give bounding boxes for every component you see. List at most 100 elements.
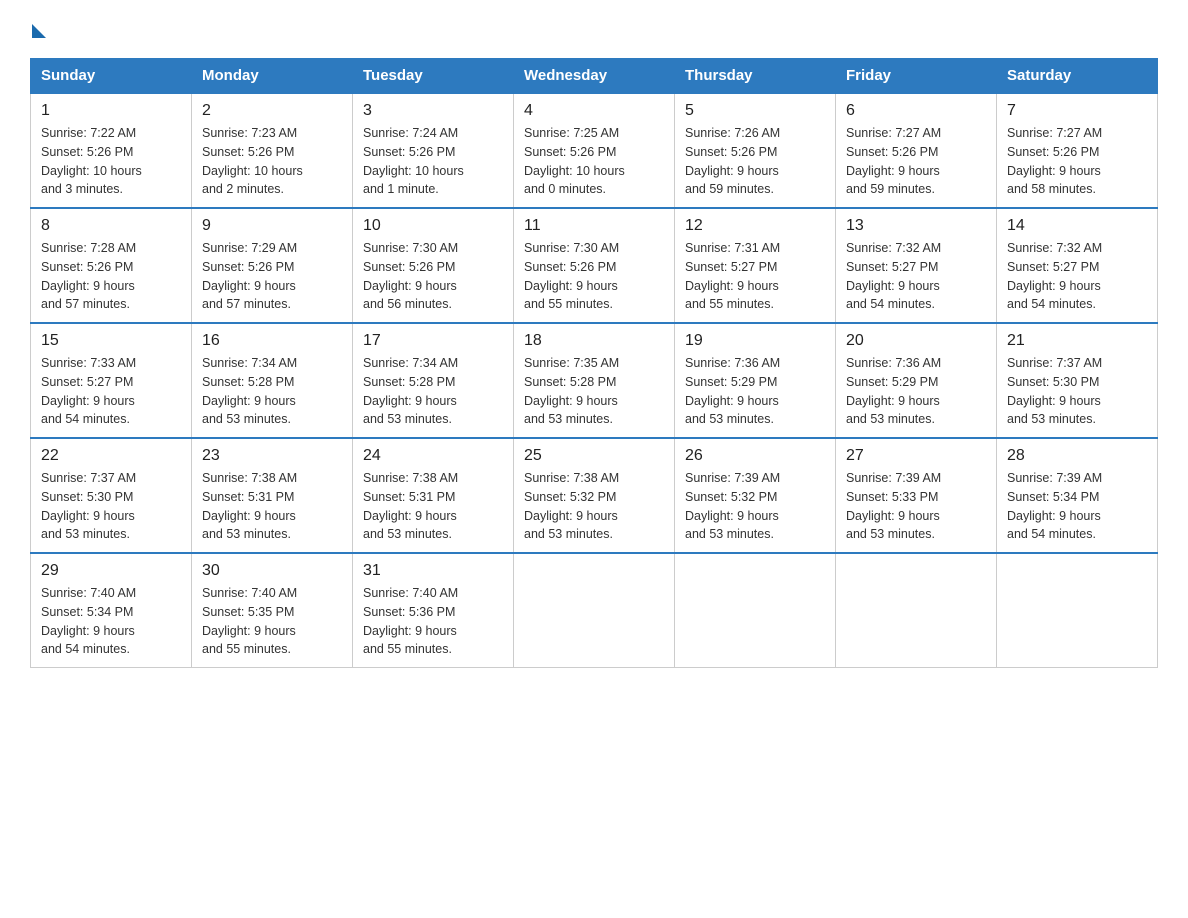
day-info: Sunrise: 7:38 AMSunset: 5:31 PMDaylight:… bbox=[202, 469, 342, 544]
day-info: Sunrise: 7:24 AMSunset: 5:26 PMDaylight:… bbox=[363, 124, 503, 199]
logo bbox=[30, 20, 46, 38]
logo-arrow-icon bbox=[32, 24, 46, 38]
day-number: 13 bbox=[846, 217, 986, 235]
calendar-cell: 8 Sunrise: 7:28 AMSunset: 5:26 PMDayligh… bbox=[31, 208, 192, 323]
day-number: 29 bbox=[41, 562, 181, 580]
day-info: Sunrise: 7:22 AMSunset: 5:26 PMDaylight:… bbox=[41, 124, 181, 199]
day-number: 31 bbox=[363, 562, 503, 580]
day-number: 18 bbox=[524, 332, 664, 350]
calendar-cell: 25 Sunrise: 7:38 AMSunset: 5:32 PMDaylig… bbox=[514, 438, 675, 553]
calendar-cell: 19 Sunrise: 7:36 AMSunset: 5:29 PMDaylig… bbox=[675, 323, 836, 438]
calendar-cell: 23 Sunrise: 7:38 AMSunset: 5:31 PMDaylig… bbox=[192, 438, 353, 553]
header-saturday: Saturday bbox=[997, 59, 1158, 94]
day-number: 9 bbox=[202, 217, 342, 235]
calendar-cell: 10 Sunrise: 7:30 AMSunset: 5:26 PMDaylig… bbox=[353, 208, 514, 323]
day-number: 1 bbox=[41, 102, 181, 120]
day-number: 14 bbox=[1007, 217, 1147, 235]
calendar-table: SundayMondayTuesdayWednesdayThursdayFrid… bbox=[30, 58, 1158, 668]
day-info: Sunrise: 7:29 AMSunset: 5:26 PMDaylight:… bbox=[202, 239, 342, 314]
calendar-cell: 21 Sunrise: 7:37 AMSunset: 5:30 PMDaylig… bbox=[997, 323, 1158, 438]
day-info: Sunrise: 7:32 AMSunset: 5:27 PMDaylight:… bbox=[846, 239, 986, 314]
calendar-cell: 28 Sunrise: 7:39 AMSunset: 5:34 PMDaylig… bbox=[997, 438, 1158, 553]
header-tuesday: Tuesday bbox=[353, 59, 514, 94]
day-info: Sunrise: 7:40 AMSunset: 5:36 PMDaylight:… bbox=[363, 584, 503, 659]
day-info: Sunrise: 7:30 AMSunset: 5:26 PMDaylight:… bbox=[524, 239, 664, 314]
calendar-cell: 27 Sunrise: 7:39 AMSunset: 5:33 PMDaylig… bbox=[836, 438, 997, 553]
day-info: Sunrise: 7:37 AMSunset: 5:30 PMDaylight:… bbox=[1007, 354, 1147, 429]
calendar-cell bbox=[836, 553, 997, 668]
day-info: Sunrise: 7:37 AMSunset: 5:30 PMDaylight:… bbox=[41, 469, 181, 544]
day-number: 19 bbox=[685, 332, 825, 350]
header-monday: Monday bbox=[192, 59, 353, 94]
day-info: Sunrise: 7:34 AMSunset: 5:28 PMDaylight:… bbox=[363, 354, 503, 429]
day-number: 5 bbox=[685, 102, 825, 120]
calendar-cell: 31 Sunrise: 7:40 AMSunset: 5:36 PMDaylig… bbox=[353, 553, 514, 668]
calendar-header-row: SundayMondayTuesdayWednesdayThursdayFrid… bbox=[31, 59, 1158, 94]
calendar-cell bbox=[997, 553, 1158, 668]
day-number: 16 bbox=[202, 332, 342, 350]
calendar-cell: 9 Sunrise: 7:29 AMSunset: 5:26 PMDayligh… bbox=[192, 208, 353, 323]
day-number: 28 bbox=[1007, 447, 1147, 465]
day-info: Sunrise: 7:30 AMSunset: 5:26 PMDaylight:… bbox=[363, 239, 503, 314]
page-header bbox=[30, 20, 1158, 38]
calendar-cell bbox=[675, 553, 836, 668]
day-info: Sunrise: 7:33 AMSunset: 5:27 PMDaylight:… bbox=[41, 354, 181, 429]
week-row-2: 8 Sunrise: 7:28 AMSunset: 5:26 PMDayligh… bbox=[31, 208, 1158, 323]
day-number: 7 bbox=[1007, 102, 1147, 120]
week-row-4: 22 Sunrise: 7:37 AMSunset: 5:30 PMDaylig… bbox=[31, 438, 1158, 553]
day-info: Sunrise: 7:23 AMSunset: 5:26 PMDaylight:… bbox=[202, 124, 342, 199]
day-number: 6 bbox=[846, 102, 986, 120]
calendar-cell: 3 Sunrise: 7:24 AMSunset: 5:26 PMDayligh… bbox=[353, 93, 514, 208]
calendar-cell: 26 Sunrise: 7:39 AMSunset: 5:32 PMDaylig… bbox=[675, 438, 836, 553]
calendar-cell bbox=[514, 553, 675, 668]
calendar-cell: 17 Sunrise: 7:34 AMSunset: 5:28 PMDaylig… bbox=[353, 323, 514, 438]
week-row-5: 29 Sunrise: 7:40 AMSunset: 5:34 PMDaylig… bbox=[31, 553, 1158, 668]
day-info: Sunrise: 7:35 AMSunset: 5:28 PMDaylight:… bbox=[524, 354, 664, 429]
day-info: Sunrise: 7:32 AMSunset: 5:27 PMDaylight:… bbox=[1007, 239, 1147, 314]
day-info: Sunrise: 7:40 AMSunset: 5:35 PMDaylight:… bbox=[202, 584, 342, 659]
calendar-cell: 14 Sunrise: 7:32 AMSunset: 5:27 PMDaylig… bbox=[997, 208, 1158, 323]
day-number: 12 bbox=[685, 217, 825, 235]
day-number: 21 bbox=[1007, 332, 1147, 350]
day-info: Sunrise: 7:39 AMSunset: 5:34 PMDaylight:… bbox=[1007, 469, 1147, 544]
day-number: 4 bbox=[524, 102, 664, 120]
calendar-cell: 29 Sunrise: 7:40 AMSunset: 5:34 PMDaylig… bbox=[31, 553, 192, 668]
calendar-cell: 20 Sunrise: 7:36 AMSunset: 5:29 PMDaylig… bbox=[836, 323, 997, 438]
day-number: 23 bbox=[202, 447, 342, 465]
calendar-cell: 30 Sunrise: 7:40 AMSunset: 5:35 PMDaylig… bbox=[192, 553, 353, 668]
day-number: 2 bbox=[202, 102, 342, 120]
week-row-1: 1 Sunrise: 7:22 AMSunset: 5:26 PMDayligh… bbox=[31, 93, 1158, 208]
calendar-cell: 15 Sunrise: 7:33 AMSunset: 5:27 PMDaylig… bbox=[31, 323, 192, 438]
day-info: Sunrise: 7:38 AMSunset: 5:31 PMDaylight:… bbox=[363, 469, 503, 544]
day-info: Sunrise: 7:25 AMSunset: 5:26 PMDaylight:… bbox=[524, 124, 664, 199]
header-thursday: Thursday bbox=[675, 59, 836, 94]
calendar-cell: 12 Sunrise: 7:31 AMSunset: 5:27 PMDaylig… bbox=[675, 208, 836, 323]
day-info: Sunrise: 7:28 AMSunset: 5:26 PMDaylight:… bbox=[41, 239, 181, 314]
calendar-cell: 11 Sunrise: 7:30 AMSunset: 5:26 PMDaylig… bbox=[514, 208, 675, 323]
day-number: 26 bbox=[685, 447, 825, 465]
week-row-3: 15 Sunrise: 7:33 AMSunset: 5:27 PMDaylig… bbox=[31, 323, 1158, 438]
calendar-cell: 6 Sunrise: 7:27 AMSunset: 5:26 PMDayligh… bbox=[836, 93, 997, 208]
day-info: Sunrise: 7:38 AMSunset: 5:32 PMDaylight:… bbox=[524, 469, 664, 544]
day-info: Sunrise: 7:36 AMSunset: 5:29 PMDaylight:… bbox=[846, 354, 986, 429]
day-info: Sunrise: 7:31 AMSunset: 5:27 PMDaylight:… bbox=[685, 239, 825, 314]
day-number: 22 bbox=[41, 447, 181, 465]
day-number: 3 bbox=[363, 102, 503, 120]
day-info: Sunrise: 7:36 AMSunset: 5:29 PMDaylight:… bbox=[685, 354, 825, 429]
day-number: 11 bbox=[524, 217, 664, 235]
calendar-cell: 4 Sunrise: 7:25 AMSunset: 5:26 PMDayligh… bbox=[514, 93, 675, 208]
calendar-cell: 2 Sunrise: 7:23 AMSunset: 5:26 PMDayligh… bbox=[192, 93, 353, 208]
day-number: 25 bbox=[524, 447, 664, 465]
calendar-cell: 22 Sunrise: 7:37 AMSunset: 5:30 PMDaylig… bbox=[31, 438, 192, 553]
header-friday: Friday bbox=[836, 59, 997, 94]
day-info: Sunrise: 7:40 AMSunset: 5:34 PMDaylight:… bbox=[41, 584, 181, 659]
day-number: 27 bbox=[846, 447, 986, 465]
day-info: Sunrise: 7:27 AMSunset: 5:26 PMDaylight:… bbox=[846, 124, 986, 199]
calendar-cell: 7 Sunrise: 7:27 AMSunset: 5:26 PMDayligh… bbox=[997, 93, 1158, 208]
calendar-cell: 24 Sunrise: 7:38 AMSunset: 5:31 PMDaylig… bbox=[353, 438, 514, 553]
day-number: 17 bbox=[363, 332, 503, 350]
calendar-cell: 1 Sunrise: 7:22 AMSunset: 5:26 PMDayligh… bbox=[31, 93, 192, 208]
day-number: 20 bbox=[846, 332, 986, 350]
calendar-cell: 13 Sunrise: 7:32 AMSunset: 5:27 PMDaylig… bbox=[836, 208, 997, 323]
day-info: Sunrise: 7:27 AMSunset: 5:26 PMDaylight:… bbox=[1007, 124, 1147, 199]
